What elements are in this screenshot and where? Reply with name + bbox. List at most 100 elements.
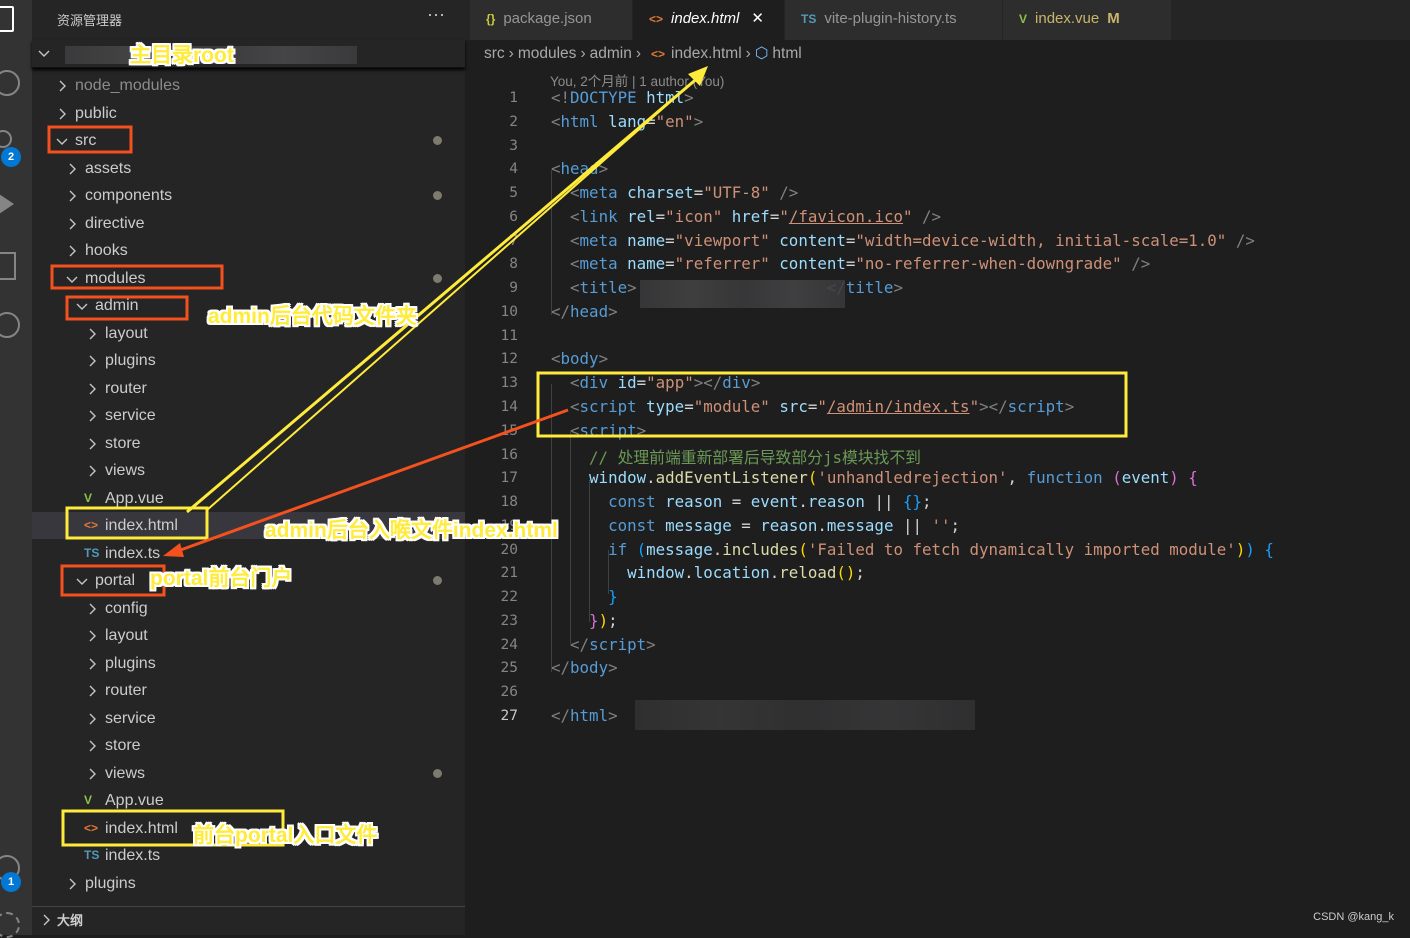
- line-number: 19: [500, 517, 518, 534]
- code-token: .: [684, 563, 694, 583]
- outline-section[interactable]: 大纲: [32, 906, 465, 935]
- line-number: 6: [509, 208, 518, 225]
- code-token: (): [836, 563, 856, 583]
- tree-item-portal[interactable]: portal: [32, 567, 465, 594]
- tree-item-plugins[interactable]: plugins: [32, 650, 465, 677]
- line-number: 2: [509, 113, 518, 130]
- ts-file-icon: TS: [84, 545, 100, 560]
- code-token: 'Failed to fetch dynamically imported mo…: [807, 539, 1236, 559]
- watermark: CSDN @kang_k: [1313, 911, 1394, 923]
- more-actions-button[interactable]: ···: [427, 4, 445, 25]
- tree-item-assets[interactable]: assets: [32, 155, 465, 182]
- tree-item-router[interactable]: router: [32, 677, 465, 704]
- breadcrumb-modules[interactable]: modules: [518, 45, 577, 62]
- tree-item-index-html[interactable]: <> index.html: [32, 815, 465, 842]
- code-token: title: [845, 278, 894, 298]
- codelens-blame[interactable]: You, 2个月前 | 1 author (You): [550, 70, 724, 90]
- accounts-badge: 1: [1, 872, 21, 892]
- tab-label: index.html: [671, 10, 740, 27]
- tree-item-service[interactable]: service: [32, 705, 465, 732]
- code-token: >: [684, 88, 694, 107]
- tree-item-components[interactable]: components: [32, 182, 465, 209]
- tree-item-service[interactable]: service: [32, 402, 465, 429]
- code-token: ;: [608, 610, 618, 630]
- tree-item-public[interactable]: public: [32, 100, 465, 127]
- close-icon[interactable]: ✕: [751, 10, 764, 27]
- breadcrumb-src[interactable]: src: [484, 45, 505, 62]
- tab-vite-plugin-history-ts[interactable]: TS vite-plugin-history.ts: [785, 0, 1003, 40]
- code-token: .: [646, 468, 656, 488]
- breadcrumb-html[interactable]: html: [772, 45, 801, 62]
- tree-item-app-vue[interactable]: V App.vue: [32, 485, 465, 512]
- code-token: >: [608, 706, 618, 726]
- explorer-icon[interactable]: [0, 6, 14, 32]
- tree-item-label: plugins: [105, 654, 156, 672]
- code-token: meta: [579, 230, 618, 250]
- settings-gear-icon[interactable]: [0, 912, 20, 938]
- tree-item-directive[interactable]: directive: [32, 210, 465, 237]
- line-number: 10: [500, 303, 518, 320]
- code-token: </: [570, 634, 590, 654]
- tree-item-store[interactable]: store: [32, 732, 465, 759]
- tree-item-label: components: [85, 187, 173, 204]
- code-token: <: [551, 159, 561, 179]
- line-number: 14: [500, 399, 518, 415]
- code-token: type: [646, 397, 685, 416]
- tab-package-json[interactable]: {} package.json: [470, 0, 633, 40]
- breadcrumb-admin[interactable]: admin: [590, 45, 632, 62]
- tree-item-layout[interactable]: layout: [32, 320, 465, 347]
- activity-bar: 2 1: [0, 0, 32, 938]
- tree-item-store[interactable]: store: [32, 430, 465, 457]
- tree-item-plugins[interactable]: plugins: [32, 347, 465, 374]
- code-line: <link rel="icon" href="/favicon.ico" />: [551, 207, 941, 226]
- tree-item-plugins[interactable]: plugins: [32, 870, 465, 897]
- tree-item-router[interactable]: router: [32, 375, 465, 402]
- code-token: =: [665, 254, 675, 274]
- code-token: reason: [807, 492, 865, 512]
- code-token: html: [560, 111, 599, 131]
- run-debug-icon[interactable]: [0, 192, 14, 216]
- code-token: "referrer": [674, 254, 770, 274]
- tree-item-index-ts[interactable]: TS index.ts: [32, 842, 465, 869]
- chevron-right-icon: [86, 650, 98, 677]
- tree-item-layout[interactable]: layout: [32, 622, 465, 649]
- html-file-icon: <>: [649, 12, 664, 26]
- code-token: ": [817, 397, 827, 416]
- code-token: location: [693, 563, 770, 583]
- tree-item-hooks[interactable]: hooks: [32, 237, 465, 264]
- breadcrumb-index-html[interactable]: index.html: [671, 45, 742, 62]
- code-token: (: [798, 539, 808, 559]
- tree-item-config[interactable]: config: [32, 595, 465, 622]
- tree-item-views[interactable]: views: [32, 760, 465, 787]
- code-token: ): [1235, 539, 1246, 559]
- code-token: event: [1121, 468, 1170, 488]
- code-token: =: [655, 206, 666, 226]
- tree-item-index-html[interactable]: <> index.html: [32, 512, 465, 539]
- tree-item-label: store: [105, 434, 141, 452]
- tree-item-src[interactable]: src: [32, 127, 465, 154]
- tree-item-node_modules[interactable]: node_modules: [32, 72, 465, 99]
- code-token: (: [1112, 468, 1122, 488]
- line-number: 18: [500, 494, 518, 511]
- tree-item-app-vue[interactable]: V App.vue: [32, 787, 465, 814]
- tree-item-modules[interactable]: modules: [32, 265, 465, 292]
- tree-item-views[interactable]: views: [32, 457, 465, 484]
- code-token: "no-referrer-when-downgrade": [855, 254, 1122, 274]
- tree-item-index-ts[interactable]: TS index.ts: [32, 540, 465, 567]
- tree-item-admin[interactable]: admin: [32, 292, 465, 319]
- extensions-icon[interactable]: [0, 252, 16, 280]
- remote-icon[interactable]: [0, 312, 20, 338]
- tree-item-label: plugins: [105, 352, 156, 369]
- source-control-icon[interactable]: [0, 130, 12, 148]
- search-icon[interactable]: [0, 70, 20, 96]
- vue-file-icon: V: [84, 793, 93, 807]
- tab-index-html[interactable]: <> index.html ✕: [633, 0, 785, 40]
- editor-tabs: {} package.json <> index.html ✕ TS vite-plugin…: [465, 0, 1410, 40]
- tab-index-vue[interactable]: Vindex.vue M: [1003, 0, 1172, 40]
- code-token: <!: [551, 88, 571, 107]
- code-token: "en": [655, 111, 694, 131]
- workspace-root-row[interactable]: [32, 40, 465, 68]
